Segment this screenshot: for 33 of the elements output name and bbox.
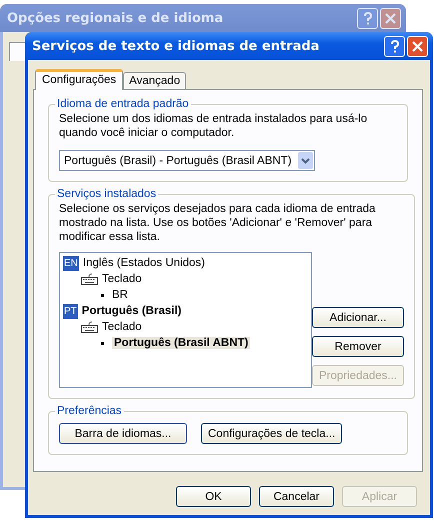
tab[interactable]: Configurações <box>35 69 124 90</box>
group-title: Preferências <box>56 405 123 417</box>
bullet-icon <box>101 294 104 296</box>
tree-item[interactable]: BR <box>112 289 128 301</box>
language-badge: PT <box>63 304 78 318</box>
group-title: Idioma de entrada padrão <box>56 98 190 110</box>
tree-item[interactable]: Teclado <box>102 273 142 285</box>
tree-item[interactable]: Inglês (Estados Unidos) <box>82 257 205 269</box>
window-title: Serviços de texto e idiomas de entrada <box>32 38 320 54</box>
tree-item[interactable]: Português (Brasil) <box>82 305 182 317</box>
side-button[interactable]: Adicionar... <box>312 307 404 328</box>
help-icon[interactable] <box>384 36 405 56</box>
description-text: Selecione os serviços desejados para cada idioma de entrada mostrado na lista. Use os botões 'Adicionar' e 'Remover' para modificar essa lista. <box>59 202 376 244</box>
dialog-button[interactable]: Cancelar <box>259 486 334 507</box>
window-title: Opções regionais e de idioma <box>7 10 224 26</box>
preference-button[interactable]: Barra de idiomas... <box>59 423 187 444</box>
close-icon[interactable] <box>380 8 401 28</box>
side-button[interactable]: Remover <box>312 336 404 357</box>
help-icon[interactable] <box>357 8 378 28</box>
preference-button[interactable]: Configurações de tecla... <box>201 423 342 444</box>
language-dropdown[interactable]: Português (Brasil) - Português (Brasil ABNT) <box>59 150 315 171</box>
dialog-button[interactable]: OK <box>176 486 251 507</box>
close-icon[interactable] <box>407 36 428 56</box>
keyboard-icon <box>81 321 98 333</box>
tree-item[interactable]: Teclado <box>102 321 142 333</box>
tree-item[interactable]: Português (Brasil ABNT) <box>112 337 250 349</box>
language-badge: EN <box>63 256 79 270</box>
bullet-icon <box>101 342 104 344</box>
description-text: Selecione um dos idiomas de entrada instalados para usá-lo quando você iniciar o computador. <box>59 112 368 140</box>
group-title: Serviços instalados <box>56 188 158 200</box>
services-tree[interactable]: EN Inglês (Estados Unidos) Teclado BR PT Português (Brasil) Teclado Português (Brasil ABNT) <box>59 252 312 388</box>
tab[interactable]: Avançado <box>123 72 186 89</box>
keyboard-icon <box>81 273 98 285</box>
